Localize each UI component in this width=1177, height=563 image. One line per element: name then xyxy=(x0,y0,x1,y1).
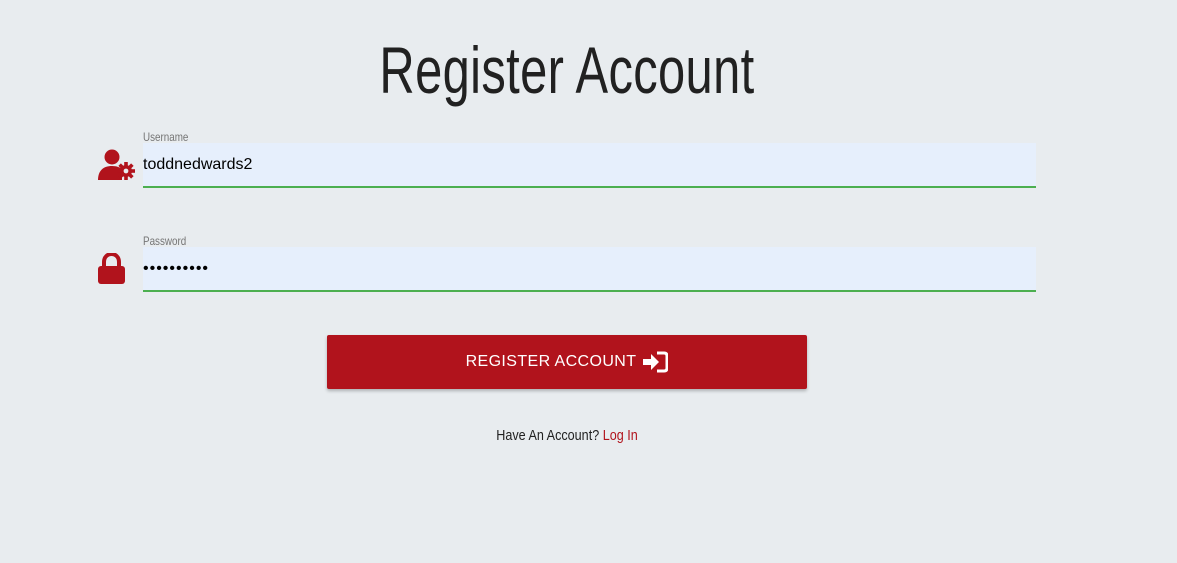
register-account-button[interactable]: REGISTER ACCOUNT xyxy=(327,335,807,389)
page-title: Register Account xyxy=(379,33,755,107)
password-label: Password xyxy=(143,234,187,248)
login-prompt: Have An Account? Log In xyxy=(91,425,1044,447)
password-field[interactable] xyxy=(143,247,1036,292)
register-account-label: REGISTER ACCOUNT xyxy=(465,353,637,370)
user-gear-icon xyxy=(98,149,136,186)
login-prompt-text: Have An Account? xyxy=(496,427,600,444)
sign-in-icon xyxy=(642,351,669,373)
login-link[interactable]: Log In xyxy=(603,427,638,444)
username-label: Username xyxy=(143,130,189,144)
username-field[interactable] xyxy=(143,143,1036,188)
lock-icon xyxy=(98,251,126,290)
